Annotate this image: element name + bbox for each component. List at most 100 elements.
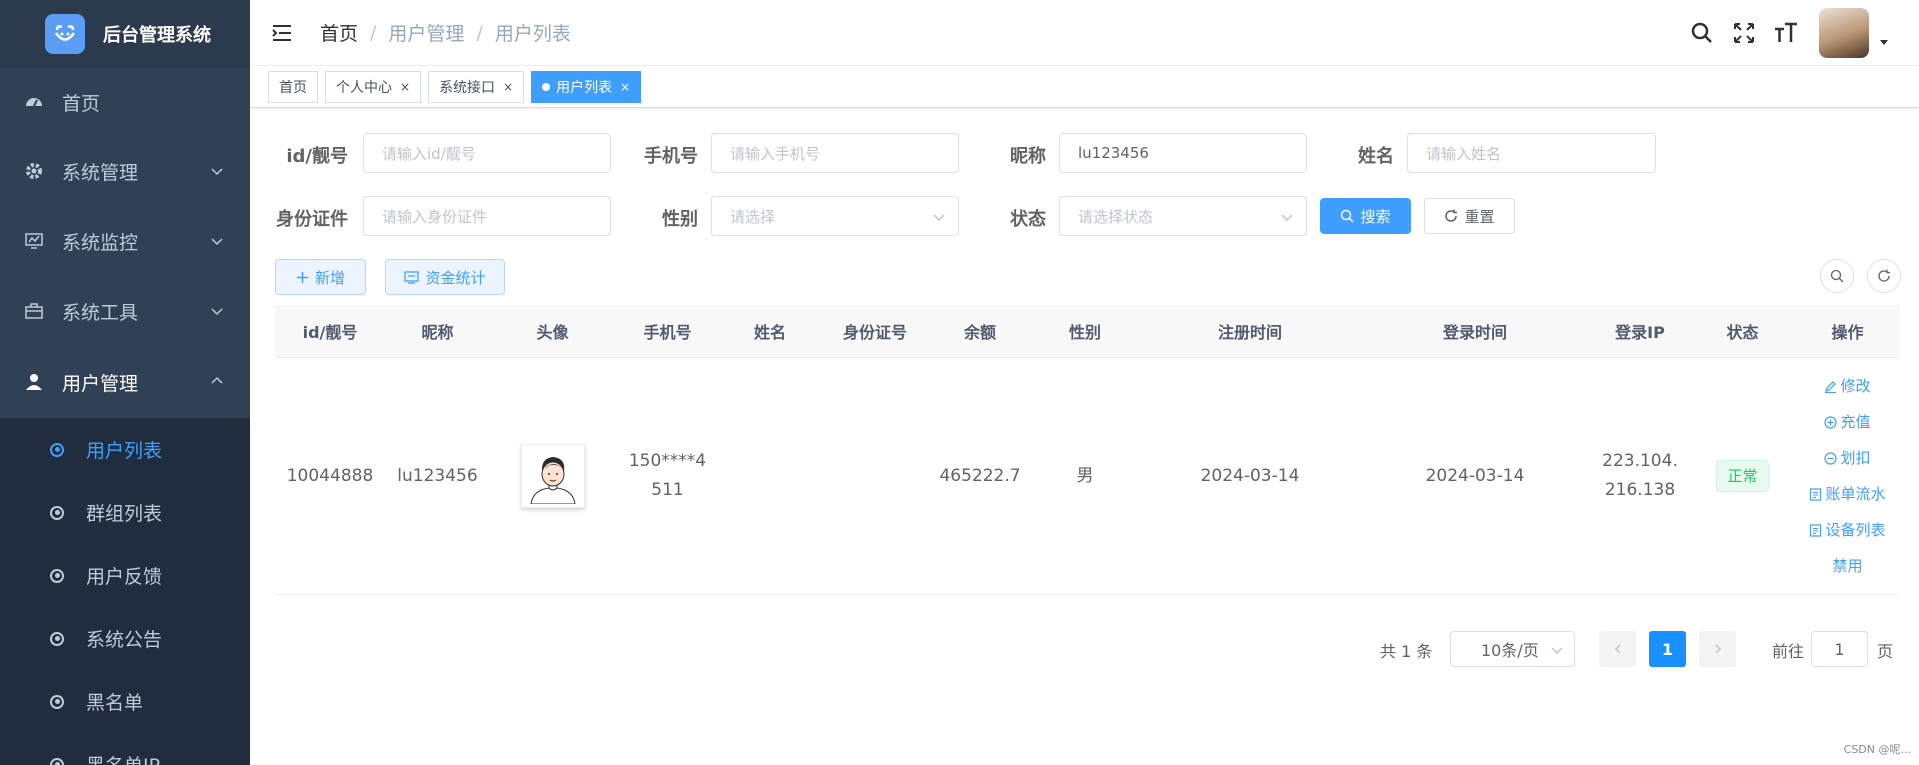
pagination-total: 共 1 条 xyxy=(1380,642,1433,661)
tag-label: 个人中心 xyxy=(336,79,392,96)
id-label: id/靓号 xyxy=(286,146,348,167)
logo-area: 后台管理系统 xyxy=(0,0,250,68)
name-label: 姓名 xyxy=(1358,146,1394,167)
close-icon[interactable]: × xyxy=(503,80,513,94)
radio-dot-icon xyxy=(50,442,64,457)
font-size-icon[interactable] xyxy=(1773,20,1799,46)
sidebar-item-user-management[interactable]: 用户管理 xyxy=(0,346,250,418)
sidebar-item-system-monitor[interactable]: 系统监控 xyxy=(0,206,250,276)
tags-view: 首页 个人中心 × 系统接口 × 用户列表 × xyxy=(250,66,1919,108)
tag-profile[interactable]: 个人中心 × xyxy=(325,70,422,103)
user-avatar[interactable] xyxy=(520,444,585,508)
sidebar-item-label: 系统管理 xyxy=(62,161,139,184)
phone-input[interactable]: 请输入手机号 xyxy=(711,133,959,173)
document-icon xyxy=(1810,523,1822,537)
cell-avatar xyxy=(490,444,615,508)
pagination-goto-label: 前往 xyxy=(1772,642,1805,661)
nickname-input[interactable]: lu123456 xyxy=(1059,133,1307,173)
edit-button[interactable]: 修改 xyxy=(1824,368,1871,404)
name-input[interactable]: 请输入姓名 xyxy=(1407,133,1656,173)
tag-system-api[interactable]: 系统接口 × xyxy=(428,70,525,103)
document-icon xyxy=(1810,487,1822,501)
search-icon xyxy=(1830,269,1844,283)
tag-user-list[interactable]: 用户列表 × xyxy=(531,70,642,103)
sidebar-item-system-management[interactable]: 系统管理 xyxy=(0,136,250,206)
chevron-left-icon xyxy=(1614,644,1621,654)
fund-stats-button[interactable]: 资金统计 xyxy=(385,259,505,295)
sidebar-item-user-list[interactable]: 用户列表 xyxy=(0,418,250,481)
sidebar-item-label: 黑名单IP xyxy=(86,751,160,765)
column-header: 操作 xyxy=(1831,323,1864,342)
plus-icon xyxy=(296,271,308,283)
status-placeholder: 请选择状态 xyxy=(1078,207,1154,226)
page-size-select[interactable]: 10条/页 xyxy=(1450,631,1575,667)
sidebar-item-blacklist[interactable]: 黑名单 xyxy=(0,670,250,733)
reset-button[interactable]: 重置 xyxy=(1424,198,1515,234)
column-header: 昵称 xyxy=(421,323,454,342)
idcard-placeholder: 请输入身份证件 xyxy=(382,207,488,226)
gender-select[interactable]: 请选择 xyxy=(711,196,959,236)
bill-flow-button[interactable]: 账单流水 xyxy=(1809,476,1886,512)
cell-gender: 男 xyxy=(1076,465,1094,486)
chevron-up-icon xyxy=(211,376,223,384)
disable-button[interactable]: 禁用 xyxy=(1832,548,1862,584)
stats-icon xyxy=(404,270,420,284)
radio-dot-icon xyxy=(50,757,64,765)
name-placeholder: 请输入姓名 xyxy=(1426,144,1502,163)
sidebar-item-user-feedback[interactable]: 用户反馈 xyxy=(0,544,250,607)
close-icon[interactable]: × xyxy=(400,80,410,94)
cell-login-time: 2024-03-14 xyxy=(1425,465,1525,486)
add-button-label: 新增 xyxy=(314,268,345,287)
recharge-button[interactable]: 充值 xyxy=(1824,404,1871,440)
sidebar-item-label: 群组列表 xyxy=(86,503,163,525)
user-icon xyxy=(24,372,44,392)
tag-home[interactable]: 首页 xyxy=(268,70,318,103)
breadcrumb-separator: / xyxy=(476,21,483,44)
sidebar-item-announcement[interactable]: 系统公告 xyxy=(0,607,250,670)
caret-down-icon[interactable] xyxy=(1879,37,1889,47)
refresh-table-button[interactable] xyxy=(1867,259,1901,293)
prev-page-button[interactable] xyxy=(1599,631,1636,667)
phone-placeholder: 请输入手机号 xyxy=(730,144,821,163)
breadcrumb: 首页 / 用户管理 / 用户列表 xyxy=(320,19,571,46)
cell-register-time: 2024-03-14 xyxy=(1200,465,1300,486)
close-icon[interactable]: × xyxy=(620,80,630,94)
id-input[interactable]: 请输入id/靓号 xyxy=(363,133,611,173)
sidebar-item-blacklist-ip[interactable]: 黑名单IP xyxy=(0,733,250,765)
chevron-down-icon xyxy=(933,214,945,222)
active-dot-icon xyxy=(542,82,551,91)
page-jump-input[interactable]: 1 xyxy=(1811,631,1868,667)
tag-label: 首页 xyxy=(279,79,307,96)
column-header: 状态 xyxy=(1726,323,1759,342)
app-title: 后台管理系统 xyxy=(103,25,211,46)
toggle-search-button[interactable] xyxy=(1820,259,1854,293)
status-select[interactable]: 请选择状态 xyxy=(1059,196,1307,236)
device-list-button[interactable]: 设备列表 xyxy=(1809,512,1886,548)
breadcrumb-home[interactable]: 首页 xyxy=(320,19,358,46)
logo-icon xyxy=(45,14,85,54)
sidebar: 后台管理系统 首页 系统管理 系统监控 系统工具 用户管理 用户列表 群组列表 … xyxy=(0,0,250,765)
cell-status: 正常 xyxy=(1690,460,1795,492)
search-icon xyxy=(1341,209,1355,223)
sidebar-item-system-tools[interactable]: 系统工具 xyxy=(0,276,250,346)
refresh-icon xyxy=(1878,269,1890,282)
fullscreen-icon[interactable] xyxy=(1731,20,1757,46)
next-page-button[interactable] xyxy=(1699,631,1736,667)
sidebar-item-home[interactable]: 首页 xyxy=(0,68,250,136)
status-badge: 正常 xyxy=(1716,460,1769,492)
avatar[interactable] xyxy=(1819,8,1869,58)
column-header: 注册时间 xyxy=(1217,323,1282,342)
id-placeholder: 请输入id/靓号 xyxy=(382,144,476,163)
idcard-input[interactable]: 请输入身份证件 xyxy=(363,196,611,236)
menu-fold-icon[interactable] xyxy=(270,21,294,45)
sidebar-item-group-list[interactable]: 群组列表 xyxy=(0,481,250,544)
add-button[interactable]: 新增 xyxy=(275,259,366,295)
breadcrumb-separator: / xyxy=(370,21,377,44)
page-number-button[interactable]: 1 xyxy=(1649,631,1686,667)
bill-flow-button-label: 账单流水 xyxy=(1825,484,1886,503)
search-icon[interactable] xyxy=(1689,20,1715,46)
search-button[interactable]: 搜索 xyxy=(1320,198,1411,234)
table-header: id/靓号 昵称 头像 手机号 姓名 身份证号 余额 性别 注册时间 登录时间 … xyxy=(275,305,1900,358)
toolbox-icon xyxy=(24,301,44,321)
deduct-button[interactable]: 划扣 xyxy=(1824,440,1871,476)
